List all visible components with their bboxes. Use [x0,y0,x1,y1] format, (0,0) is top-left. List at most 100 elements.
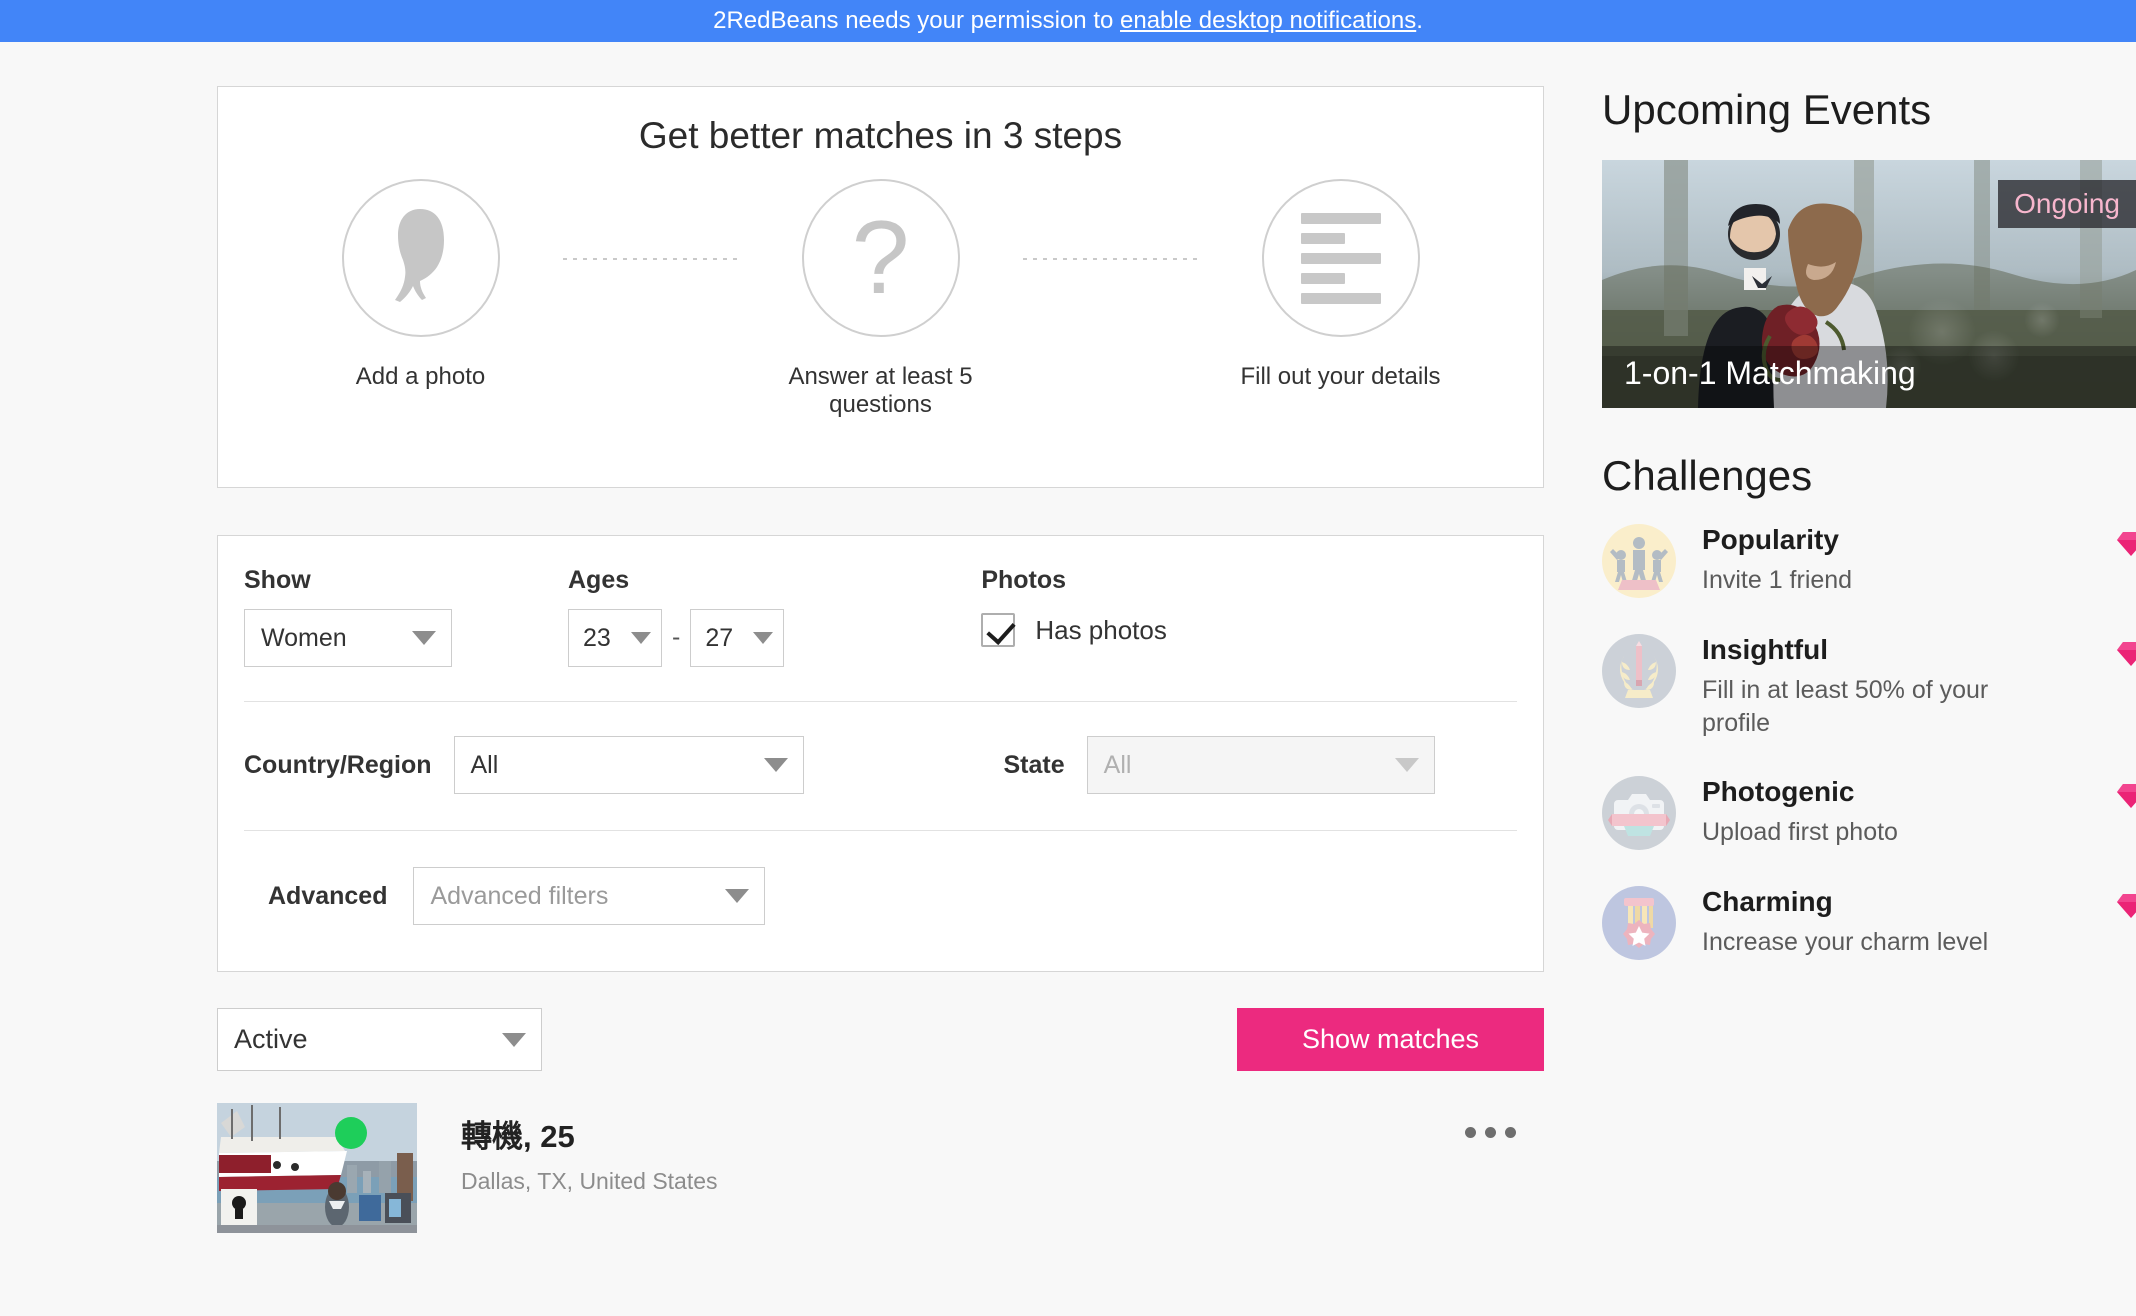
desktop-notification-bar: 2RedBeans needs your permission to enabl… [0,0,2136,42]
advanced-label: Advanced [268,881,388,910]
challenge-photogenic-text: Photogenic Upload first photo [1702,776,2002,849]
medal-icon [1602,886,1676,960]
country-select[interactable]: All [453,736,804,794]
chevron-down-icon [631,632,651,644]
filter-ages: Ages 23 - 27 [568,566,785,667]
search-filters-card: Show Women Ages 23 - 27 Photos Has photo… [217,535,1544,972]
upcoming-events-title: Upcoming Events [1602,86,1932,133]
step-add-photo[interactable]: Add a photo [278,179,563,391]
kebab-menu-icon[interactable] [1465,1103,1516,1138]
step-add-photo-label: Add a photo [355,363,486,390]
sort-select[interactable]: Active [217,1008,542,1071]
has-photos-checkbox[interactable] [981,613,1016,647]
challenge-desc: Increase your charm level [1702,928,1989,956]
event-title: 1-on-1 Matchmaking [1624,355,1916,391]
laurel-pencil-icon [1602,634,1676,708]
challenge-insightful[interactable]: Insightful Fill in at least 50% of your … [1602,634,2136,740]
list-item[interactable]: 轉機, 25 Dallas, TX, United States [217,1103,1544,1233]
step-answer-questions[interactable]: ? Answer at least 5 questions [738,179,1023,419]
challenges-list: Popularity Invite 1 friend Insightful Fi… [1602,524,2136,960]
age-max-value: 27 [705,623,734,652]
notification-text: 2RedBeans needs your permission to [713,7,1121,34]
has-photos-row[interactable]: Has photos [981,613,1167,647]
challenge-photogenic[interactable]: Photogenic Upload first photo [1602,776,2136,850]
challenge-name: Insightful [1702,634,1828,665]
challenge-desc: Fill in at least 50% of your profile [1702,676,1989,737]
ages-controls: 23 - 27 [568,609,785,667]
avatar-photo [217,1103,417,1233]
sidebar: Upcoming Events Ongoing 1-on-1 Matchmaki… [1602,86,2136,996]
step-fill-details-circle [1261,179,1420,337]
gem-icon [2116,892,2136,925]
chevron-down-icon [412,631,436,645]
filter-row-advanced: Advanced Advanced filters [244,831,1517,971]
state-label: State [1003,750,1065,779]
filter-show: Show Women [244,566,452,667]
challenge-name: Photogenic [1702,776,1855,807]
text-lines-icon [1300,212,1381,304]
age-min-select[interactable]: 23 [568,609,662,667]
online-status-dot [335,1117,367,1149]
challenge-popularity[interactable]: Popularity Invite 1 friend [1602,524,2136,598]
chevron-down-icon [753,632,774,644]
filter-row-primary: Show Women Ages 23 - 27 Photos Has photo… [244,536,1517,701]
onboarding-steps-card: Get better matches in 3 steps Add a phot… [217,86,1544,488]
challenge-charming-text: Charming Increase your charm level [1702,886,2002,959]
person-silhouette-icon [382,207,460,310]
show-select[interactable]: Women [244,609,452,667]
step-fill-details-label: Fill out your details [1240,363,1441,390]
main-column: Get better matches in 3 steps Add a phot… [217,86,1544,1233]
age-min-value: 23 [583,623,611,652]
step-connector-2 [1023,258,1198,260]
state-select-value: All [1103,750,1132,779]
chevron-down-icon [725,889,750,903]
has-photos-label: Has photos [1035,614,1167,645]
results-action-row: Active Show matches [217,1008,1544,1071]
challenge-desc: Upload first photo [1702,818,1898,846]
show-select-value: Women [261,623,347,652]
steps-title: Get better matches in 3 steps [638,115,1123,156]
show-matches-button[interactable]: Show matches [1237,1008,1544,1071]
state-select: All [1086,736,1435,794]
enable-notifications-link[interactable]: enable desktop notifications [1120,7,1416,35]
country-label: Country/Region [244,750,432,779]
chevron-down-icon [1394,758,1419,772]
filter-photos: Photos Has photos [981,566,1167,647]
page-body: Get better matches in 3 steps Add a phot… [0,42,2136,1316]
challenge-name: Popularity [1702,524,1839,555]
ages-label: Ages [568,566,630,594]
list-item-info: 轉機, 25 Dallas, TX, United States [461,1103,1465,1195]
list-item-location: Dallas, TX, United States [461,1168,718,1194]
list-item-name[interactable]: 轉機, 25 [461,1111,1465,1156]
step-answer-questions-circle: ? [801,179,960,337]
step-connector-1 [563,258,738,260]
challenge-popularity-text: Popularity Invite 1 friend [1702,524,2002,597]
chevron-down-icon [763,758,788,772]
camera-icon [1602,776,1676,850]
event-status-badge: Ongoing [1998,180,2136,228]
step-fill-details[interactable]: Fill out your details [1198,179,1483,391]
podium-icon [1602,524,1676,598]
gem-icon [2116,640,2136,673]
chevron-down-icon [502,1032,526,1047]
challenge-name: Charming [1702,886,1833,917]
challenge-charming[interactable]: Charming Increase your charm level [1602,886,2136,960]
show-label: Show [244,566,311,594]
age-range-dash: - [672,623,681,651]
step-add-photo-circle [341,179,500,337]
avatar[interactable] [217,1103,417,1233]
question-mark-icon: ? [851,200,910,316]
challenge-desc: Invite 1 friend [1702,566,1853,594]
filter-row-location: Country/Region All State All [244,702,1517,830]
advanced-filters-placeholder: Advanced filters [430,881,609,910]
country-select-value: All [470,750,499,779]
age-max-select[interactable]: 27 [690,609,785,667]
gem-icon [2116,530,2136,563]
event-card[interactable]: Ongoing 1-on-1 Matchmaking [1602,160,2136,408]
step-answer-questions-label: Answer at least 5 questions [788,363,973,418]
sort-select-value: Active [234,1024,308,1054]
advanced-filters-select[interactable]: Advanced filters [413,867,766,925]
challenge-insightful-text: Insightful Fill in at least 50% of your … [1702,634,2002,740]
challenges-title: Challenges [1602,452,1813,499]
gem-icon [2116,782,2136,815]
